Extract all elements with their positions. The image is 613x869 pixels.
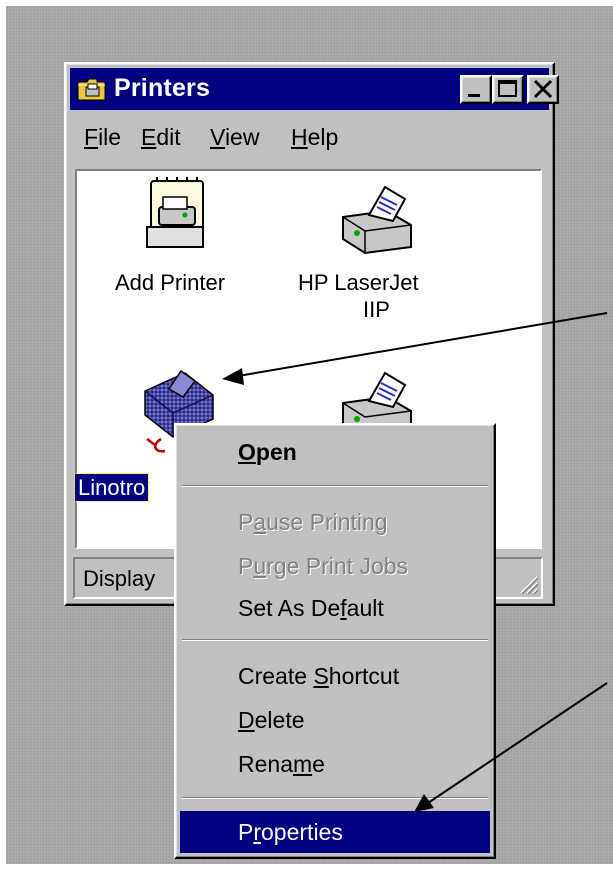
annotation-arrow [414,682,608,812]
annotation-arrows [222,312,608,812]
annotation-arrow [222,312,608,385]
